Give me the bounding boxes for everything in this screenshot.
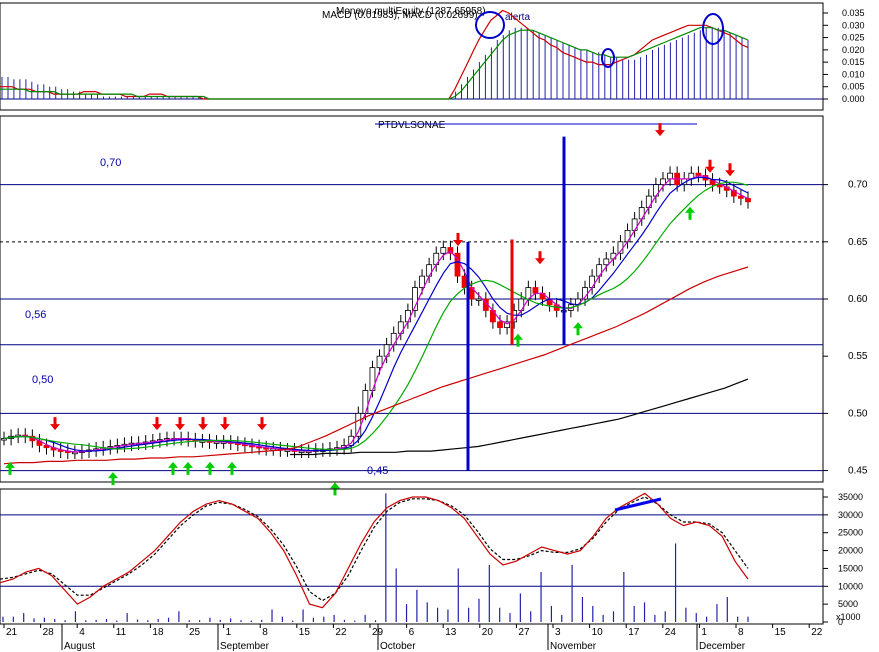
x-tick-label: 8 xyxy=(262,627,268,638)
price-y-tick-label: 0.50 xyxy=(848,408,868,419)
oscillator-y-tick-label: 15000 xyxy=(838,563,863,573)
x-tick-label: 15 xyxy=(775,627,787,638)
chart-background xyxy=(0,0,879,652)
macd-y-tick-label: 0.030 xyxy=(842,20,865,30)
candle-body xyxy=(610,252,617,260)
x-tick-label: 1 xyxy=(701,627,707,638)
x-tick-label: 8 xyxy=(738,627,744,638)
candle-body xyxy=(419,275,425,288)
macd-y-tick-label: 0.015 xyxy=(842,57,865,67)
macd-y-tick-label: 0.000 xyxy=(842,94,865,104)
x-tick-label: 10 xyxy=(592,627,604,638)
candle-body xyxy=(390,332,397,346)
candle-body xyxy=(667,172,673,180)
oscillator-unit-label: x1000 xyxy=(836,612,861,622)
candle-body xyxy=(376,355,383,369)
candle-body xyxy=(440,247,447,254)
price-y-tick-label: 0.60 xyxy=(848,294,868,305)
macd-panel-title: MACD (0.01983), MACD (0.02699) xyxy=(322,10,478,21)
price-y-tick-label: 0.45 xyxy=(848,466,868,477)
price-y-tick-label: 0.70 xyxy=(848,180,868,191)
candle-body xyxy=(603,258,610,266)
oscillator-y-tick-label: 10000 xyxy=(838,581,863,591)
macd-y-tick-label: 0.025 xyxy=(842,33,865,43)
x-tick-label: 22 xyxy=(811,627,823,638)
candle-body xyxy=(695,172,702,176)
oscillator-y-tick-label: 35000 xyxy=(838,492,863,502)
x-tick-label: 27 xyxy=(518,627,530,638)
x-tick-label: 21 xyxy=(6,627,18,638)
month-label: November xyxy=(550,641,597,652)
x-tick-label: 25 xyxy=(189,627,201,638)
x-tick-label: 28 xyxy=(43,627,55,638)
x-tick-label: 13 xyxy=(445,627,457,638)
oscillator-y-tick-label: 5000 xyxy=(838,599,858,609)
price-y-tick-label: 0.55 xyxy=(848,351,868,362)
month-label: September xyxy=(220,641,270,652)
oscillator-y-tick-label: 25000 xyxy=(838,528,863,538)
x-tick-label: 18 xyxy=(152,627,164,638)
x-tick-label: 6 xyxy=(409,627,415,638)
month-label: October xyxy=(380,641,416,652)
oscillator-y-tick-label: 20000 xyxy=(838,546,863,556)
x-tick-label: 17 xyxy=(628,627,640,638)
month-label: December xyxy=(699,641,746,652)
x-tick-label: 11 xyxy=(116,627,127,638)
oscillator-y-tick-label: 30000 xyxy=(838,510,863,520)
x-tick-label: 22 xyxy=(335,627,347,638)
annotation-0-50: 0,50 xyxy=(32,374,53,386)
macd-y-tick-label: 0.010 xyxy=(842,69,865,79)
candle-body xyxy=(475,298,482,301)
candle-body xyxy=(404,310,411,323)
price-panel-title: PTDVLSONAE xyxy=(378,120,446,131)
candle-body xyxy=(497,321,503,328)
x-tick-label: 15 xyxy=(299,627,311,638)
candle-body xyxy=(426,264,433,277)
candle-body xyxy=(745,197,751,203)
x-tick-label: 1 xyxy=(226,627,232,638)
candle-body xyxy=(660,178,666,186)
x-tick-label: 24 xyxy=(665,627,677,638)
macd-y-tick-label: 0.005 xyxy=(842,82,865,92)
annotation-0-45: 0,45 xyxy=(367,465,388,477)
macd-y-tick-label: 0.020 xyxy=(842,45,865,55)
candle-body xyxy=(638,207,645,220)
candle-body xyxy=(383,344,390,357)
candle-body xyxy=(624,229,631,243)
x-tick-label: 3 xyxy=(555,627,561,638)
price-y-tick-label: 0.65 xyxy=(848,237,868,248)
x-tick-label: 20 xyxy=(482,627,494,638)
month-label: August xyxy=(64,641,95,652)
macd-y-tick-label: 0.035 xyxy=(842,8,865,18)
candle-body xyxy=(461,275,468,288)
candle-body xyxy=(362,390,369,414)
stock-chart: Moneyo multiEquity (1287.65958) MACD (0.… xyxy=(0,0,879,652)
candle-body xyxy=(532,287,539,294)
annotation-0-70: 0,70 xyxy=(100,157,121,169)
annotation-0-56: 0,56 xyxy=(25,309,46,321)
x-tick-label: 4 xyxy=(79,627,85,638)
